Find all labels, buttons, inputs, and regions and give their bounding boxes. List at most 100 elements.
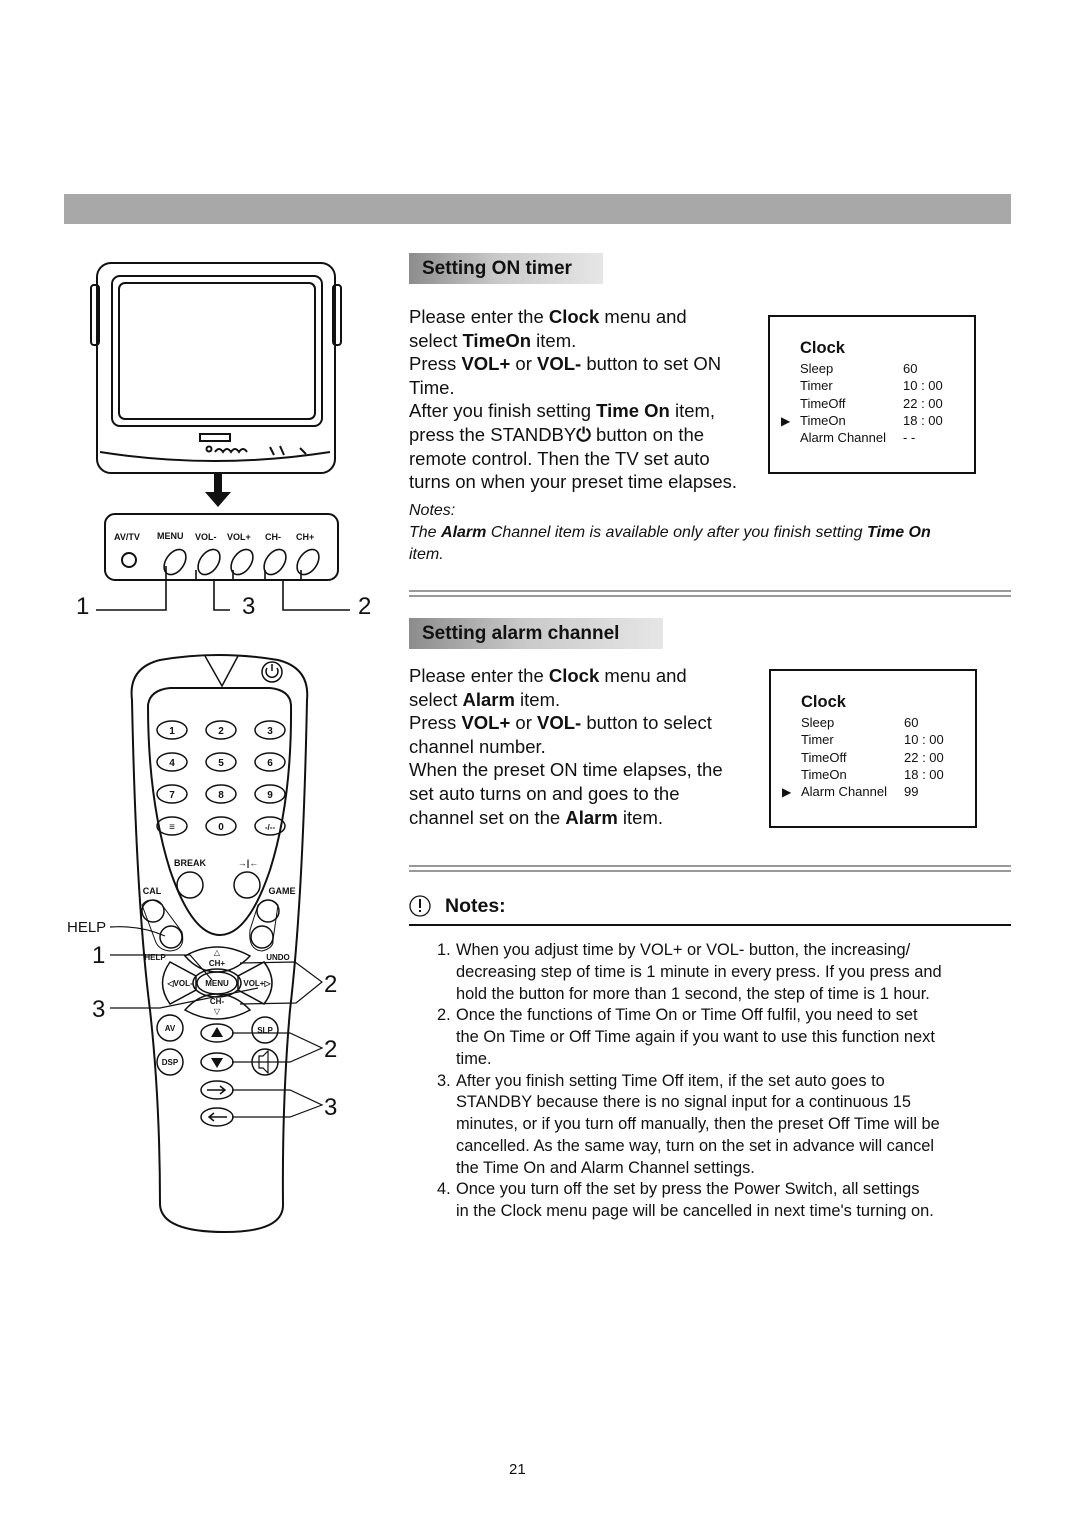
text-line: turns on when your preset time elapses. [409,470,737,494]
text-segment: Time. [409,376,455,398]
text-segment: ⏻ [576,423,591,445]
text-segment: The [409,524,442,541]
note-number: 4. [437,1180,451,1199]
alarm-channel-instructions: Please enter the Clock menu and select Al… [409,664,723,829]
text-segment: press the STANDBY [409,423,577,445]
notes-heading: Notes: [445,895,506,917]
text-line: The Alarm Channel item is available only… [409,522,931,544]
panel-label-menu: MENU [157,531,184,541]
osd-title: Clock [801,693,846,711]
text-segment: item, [669,400,716,422]
text-segment: or [510,353,538,375]
text-segment: When the preset ON time elapses, the [409,759,723,781]
key-3: 3 [267,726,273,737]
osd-row: Timer 10 : 00 [801,731,971,748]
osd-label: TimeOff [801,749,847,765]
text-segment: item. [617,806,664,828]
osd-label: Sleep [800,361,834,376]
help-callout: HELP [67,919,106,936]
callout-3: 3 [242,593,255,620]
text-line: select TimeOn item. [409,329,737,353]
panel-label-ch-plus: CH+ [296,532,314,542]
key-1: 1 [169,726,175,737]
panel-label-vol-minus: VOL- [195,532,217,542]
osd-label: Alarm Channel [800,430,886,446]
note-item: 4. Once you turn off the set by press the… [409,1179,942,1223]
clock-menu-osd: Clock Sleep 60 Timer 10 : 00 TimeOff 22 : 00 ▶ T… [768,315,976,474]
osd-label: TimeOn [801,766,847,782]
note-line: time. [456,1049,492,1068]
osd-label: Timer [801,732,834,748]
text-segment: VOL+ [461,712,511,734]
hold-label: →|← [238,858,259,868]
panel-label-avtv: AV/TV [114,532,140,542]
text-segment: After you finish setting [409,400,597,422]
down-arrow-icon [205,474,231,507]
selection-pointer-icon: ▶ [782,785,792,800]
text-segment: select [409,329,463,351]
text-segment: VOL- [537,353,582,375]
text-segment: menu and [599,306,687,327]
text-segment: select [409,688,463,710]
osd-label: Alarm Channel [801,784,887,800]
note-number: 2. [437,1006,451,1025]
osd-value: 60 [904,715,919,730]
text-segment: button to select [581,712,712,734]
text-line: Press VOL+ or VOL- button to select [409,711,723,735]
section-heading-on-timer: Setting ON timer [409,253,603,284]
text-segment: item. [409,546,444,563]
undo-label: UNDO [266,953,290,962]
text-segment: Time On [596,400,670,422]
osd-value: 10 : 00 [904,732,944,748]
note-number: 1. [437,941,451,959]
text-segment: item. [531,329,577,351]
vol-plus-label: VOL+▷ [243,979,271,988]
notes-list: 1. When you adjust time by VOL+ or VOL- b… [409,940,942,1223]
text-segment: Clock [548,306,600,327]
tv-and-remote-illustration: AV/TV MENU VOL- VOL+ CH- CH+ 1 3 2 1 2 3… [67,262,371,1234]
osd-row: TimeOff 22 : 00 [800,395,970,412]
note-line: Once the functions of Time On or Time Of… [456,1006,918,1025]
key-4: 4 [169,758,175,769]
exclamation-icon [409,895,431,917]
on-timer-instructions: Please enter the Clock menu and select Ti… [409,305,737,494]
key-6: 6 [267,758,273,769]
tv-control-panel [104,513,339,581]
osd-value: 18 : 00 [903,412,943,428]
text-segment: channel set on the [409,806,566,828]
key-9: 9 [267,790,273,801]
text-line: channel number. [409,735,723,759]
remote-callout-2b: 2 [324,1036,337,1063]
down-triangle-icon: ▽ [214,1007,221,1016]
note-line: STANDBY because there is no signal input… [456,1093,911,1112]
text-segment: Clock [548,665,600,686]
remote-callout-3b: 3 [324,1094,337,1121]
note-line: decreasing step of time is 1 minute in e… [456,962,942,981]
key-digit: -/-- [265,823,276,832]
key-7: 7 [169,790,175,801]
divider [409,865,1011,872]
note-line: After you finish setting Time Off item, … [456,1071,885,1090]
osd-row: TimeOn 18 : 00 [801,766,971,783]
remote-callout-1: 1 [92,942,105,969]
note-line: hold the button for more than 1 second, … [456,984,930,1003]
menu-label: MENU [205,979,229,988]
dsp-label: DSP [162,1058,179,1067]
text-line: remote control. Then the TV set auto [409,447,737,471]
alarm-note: The Alarm Channel item is available only… [409,522,931,566]
text-line: Please enter the Clock menu and [409,664,723,688]
note-line: the On Time or Off Time again if you wan… [456,1028,935,1046]
text-line: item. [409,544,931,566]
note-line: the Time On and Alarm Channel settings. [456,1158,755,1177]
tv-illustration [90,262,342,474]
osd-value: 99 [904,784,919,800]
osd-row: TimeOff 22 : 00 [801,749,971,766]
text-segment: button on the [590,423,705,445]
vol-minus-label: ◁VOL- [166,979,193,988]
text-line: Time. [409,376,737,400]
key-5: 5 [218,758,224,769]
selection-pointer-icon: ▶ [781,413,791,428]
text-segment: Channel item is available only after you… [486,524,868,541]
text-segment: Alarm [441,524,487,541]
text-line: select Alarm item. [409,688,723,712]
